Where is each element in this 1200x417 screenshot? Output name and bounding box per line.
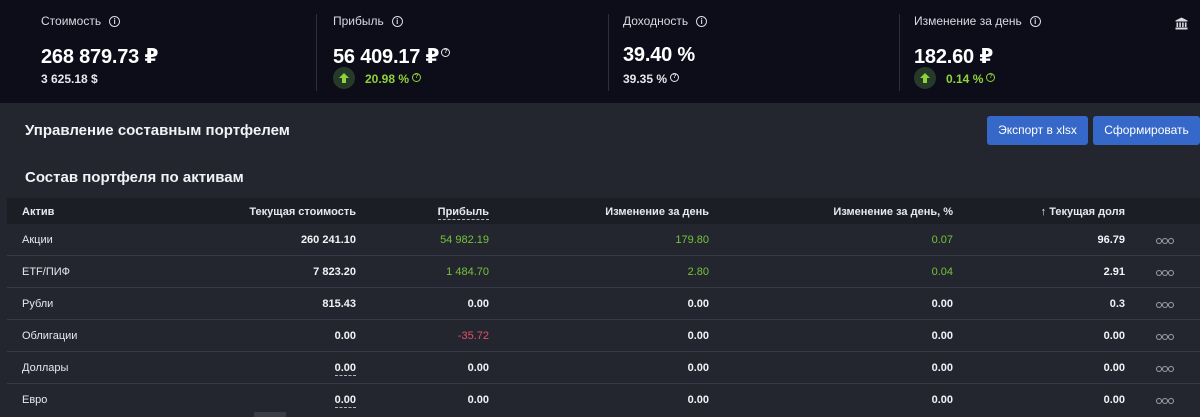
table-row: Доллары 0.00 0.00 0.00 0.00 0.00: [7, 352, 1200, 384]
cell-asset: Доллары: [22, 362, 69, 374]
summary-day-change-pct: 0.14 %: [946, 72, 984, 86]
cell-share: 2.91: [1103, 266, 1125, 278]
cell-asset: Евро: [22, 394, 48, 406]
cell-day-change-pct: 0.00: [931, 330, 953, 342]
table-row: Облигации 0.00 -35.72 0.00 0.00 0.00: [7, 320, 1200, 352]
summary-profit-label: Прибыль: [333, 14, 384, 28]
summary-day-change-label: Изменение за день: [914, 14, 1022, 28]
more-options-icon[interactable]: [1156, 334, 1174, 340]
cell-profit: 0.00: [467, 362, 489, 374]
more-options-icon[interactable]: [1156, 302, 1174, 308]
arrow-up-icon: [914, 67, 936, 89]
info-icon[interactable]: i: [109, 16, 121, 27]
help-icon[interactable]: ?: [670, 73, 680, 82]
divider: [316, 14, 317, 91]
help-icon[interactable]: ?: [441, 48, 451, 57]
cell-profit: 54 982.19: [440, 234, 489, 246]
cell-value: 7 823.20: [313, 266, 356, 278]
table-row: Евро 0.00 0.00 0.00 0.00 0.00: [7, 384, 1200, 415]
cell-value[interactable]: 0.00: [334, 362, 356, 376]
export-xlsx-button[interactable]: Экспорт в xlsx: [987, 116, 1088, 145]
cell-profit: -35.72: [457, 330, 489, 342]
cell-day-change: 0.00: [687, 362, 709, 374]
more-options-icon[interactable]: [1156, 366, 1174, 372]
cell-day-change: 0.00: [687, 394, 709, 406]
cell-value: 0.00: [334, 330, 356, 342]
more-options-icon[interactable]: [1156, 270, 1174, 276]
composition-title: Состав портфеля по активам: [25, 169, 244, 186]
cell-share: 0.00: [1103, 394, 1125, 406]
header-day-change-pct[interactable]: Изменение за день, %: [833, 206, 953, 218]
cell-share: 0.00: [1103, 330, 1125, 342]
summary-yield-amount: 39.40 %: [623, 44, 695, 66]
table-row: ETF/ПИФ 7 823.20 1 484.70 2.80 0.04 2.91: [7, 256, 1200, 288]
header-asset[interactable]: Актив: [22, 206, 54, 218]
cell-day-change-pct: 0.00: [931, 298, 953, 310]
cell-day-change: 2.80: [687, 266, 709, 278]
cell-asset: ETF/ПИФ: [22, 266, 71, 278]
header-profit[interactable]: Прибыль: [437, 206, 489, 220]
summary-profit-amount: 56 409.17 ₽: [333, 46, 440, 68]
sort-arrow-up-icon: ↑: [1040, 206, 1047, 218]
management-title: Управление составным портфелем: [25, 122, 290, 139]
summary-profit-pct: 20.98 %: [365, 72, 410, 86]
cell-value: 260 241.10: [300, 234, 356, 246]
cell-profit: 1 484.70: [446, 266, 489, 278]
cell-value: 815.43: [322, 298, 356, 310]
summary-value-usd: 3 625.18 $: [41, 72, 98, 86]
table-header: Актив Текущая стоимость Прибыль Изменени…: [7, 198, 1200, 224]
info-icon[interactable]: i: [391, 16, 403, 27]
cell-day-change-pct: 0.00: [931, 394, 953, 406]
cell-share: 0.00: [1103, 362, 1125, 374]
header-current-share[interactable]: ↑ Текущая доля: [1041, 206, 1125, 218]
help-icon[interactable]: ?: [986, 73, 996, 82]
bank-icon[interactable]: [1175, 17, 1188, 35]
header-day-change[interactable]: Изменение за день: [605, 206, 709, 218]
cell-profit: 0.00: [467, 298, 489, 310]
summary-value-label: Стоимость: [41, 14, 102, 28]
more-options-icon[interactable]: [1156, 398, 1174, 404]
divider: [899, 14, 900, 91]
table-row: Рубли 815.43 0.00 0.00 0.00 0.3: [7, 288, 1200, 320]
horizontal-scrollbar[interactable]: [254, 412, 286, 417]
cell-day-change: 179.80: [675, 234, 709, 246]
header-current-value[interactable]: Текущая стоимость: [249, 206, 356, 218]
summary-yield-label: Доходность: [623, 14, 689, 28]
arrow-up-icon: [333, 67, 355, 89]
more-options-icon[interactable]: [1156, 238, 1174, 244]
cell-share: 96.79: [1097, 234, 1125, 246]
info-icon[interactable]: i: [696, 16, 708, 27]
help-icon[interactable]: ?: [412, 73, 422, 82]
portfolio-summary-bar: Стоимость i 268 879.73 ₽ 3 625.18 $ Прибы…: [0, 0, 1200, 103]
cell-value[interactable]: 0.00: [334, 394, 356, 408]
table-row: Акции 260 241.10 54 982.19 179.80 0.07 9…: [7, 224, 1200, 256]
cell-profit: 0.00: [467, 394, 489, 406]
summary-yield-sub: 39.35 %: [623, 72, 668, 86]
cell-day-change-pct: 0.00: [931, 362, 953, 374]
divider: [608, 14, 609, 91]
summary-day-change-amount: 182.60 ₽: [914, 46, 994, 68]
cell-day-change: 0.00: [687, 298, 709, 310]
summary-value-amount: 268 879.73 ₽: [41, 46, 159, 68]
cell-asset: Облигации: [22, 330, 78, 342]
cell-share: 0.3: [1109, 298, 1125, 310]
cell-asset: Рубли: [22, 298, 54, 310]
cell-day-change-pct: 0.04: [931, 266, 953, 278]
info-icon[interactable]: i: [1029, 16, 1041, 27]
cell-day-change-pct: 0.07: [931, 234, 953, 246]
cell-asset: Акции: [22, 234, 53, 246]
cell-day-change: 0.00: [687, 330, 709, 342]
build-portfolio-button[interactable]: Сформировать: [1093, 116, 1200, 145]
